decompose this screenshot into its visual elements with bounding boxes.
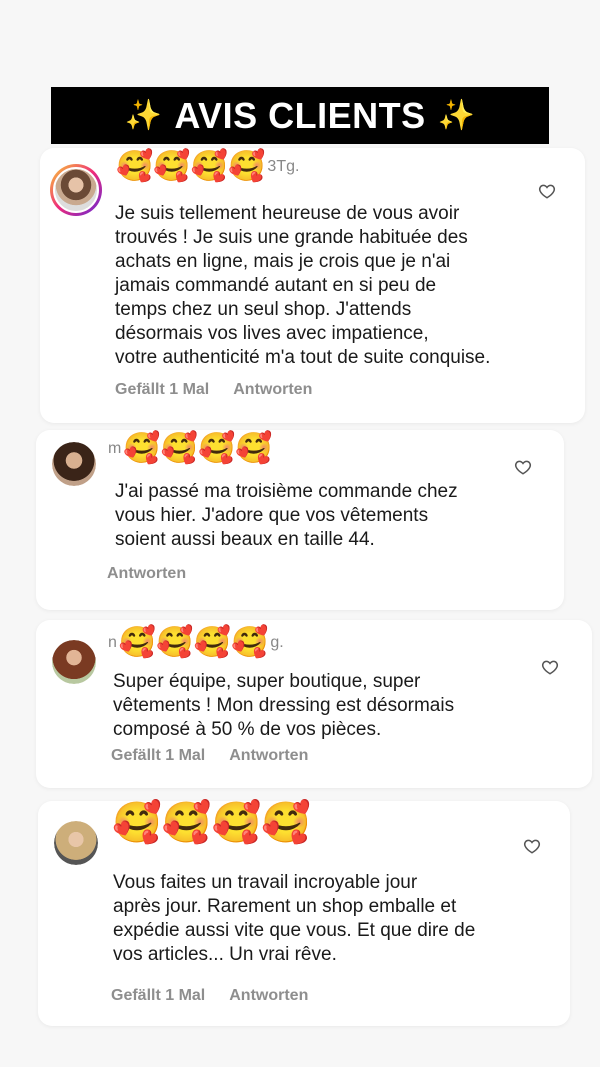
likes-count[interactable]: Gefällt 1 Mal [115,381,209,399]
review-text: Vous faites un travail incroyable jour a… [113,872,476,965]
review-card: n 🥰🥰🥰🥰 g. Super équipe, super boutique, … [36,620,592,788]
likes-count[interactable]: Gefällt 1 Mal [111,747,205,765]
reply-link[interactable]: Antworten [107,565,186,583]
avatar[interactable] [52,640,96,684]
heart-outline-icon[interactable] [523,837,541,855]
smiling-face-hearts-icon: 🥰🥰🥰🥰 [112,801,312,845]
avatar[interactable] [50,164,102,216]
review-card: m 🥰🥰🥰🥰 J'ai passé ma troisième commande … [36,430,564,610]
reply-link[interactable]: Antworten [233,381,312,399]
sparkle-icon: ✨ [124,99,163,132]
review-text: Je suis tellement heureuse de vous avoir… [115,203,491,368]
sparkle-icon: ✨ [437,99,476,132]
username[interactable]: m 🥰🥰🥰🥰 [108,434,275,464]
review-card: 🥰🥰🥰🥰 3Tg. Je suis tellement heureuse de … [40,148,585,423]
smiling-face-hearts-icon: 🥰🥰🥰🥰 [123,432,273,465]
reply-link[interactable]: Antworten [229,747,308,765]
likes-count[interactable]: Gefällt 1 Mal [111,987,205,1005]
review-actions: Antworten [107,565,186,583]
review-text: Super équipe, super boutique, super vête… [113,671,455,740]
smiling-face-hearts-icon: 🥰🥰🥰🥰 [116,150,266,183]
reply-link[interactable]: Antworten [229,987,308,1005]
avatar[interactable] [54,821,98,865]
review-text: J'ai passé ma troisième commande chez vo… [115,481,458,550]
review-actions: Gefällt 1 Mal Antworten [111,987,308,1005]
smiling-face-hearts-icon: 🥰🥰🥰🥰 [118,626,269,659]
username[interactable]: n 🥰🥰🥰🥰 g. [108,628,284,658]
review-card: 🥰🥰🥰🥰 Vous faites un travail incroyable j… [38,801,570,1026]
title-banner: ✨ AVIS CLIENTS ✨ [51,87,549,144]
banner-title: AVIS CLIENTS [174,94,426,136]
review-actions: Gefällt 1 Mal Antworten [115,381,312,399]
avatar[interactable] [52,442,96,486]
review-actions: Gefällt 1 Mal Antworten [111,747,308,765]
heart-outline-icon[interactable] [514,458,532,476]
heart-outline-icon[interactable] [538,182,556,200]
username[interactable]: 🥰🥰🥰🥰 [110,803,313,843]
username[interactable]: 🥰🥰🥰🥰 3Tg. [114,152,299,182]
